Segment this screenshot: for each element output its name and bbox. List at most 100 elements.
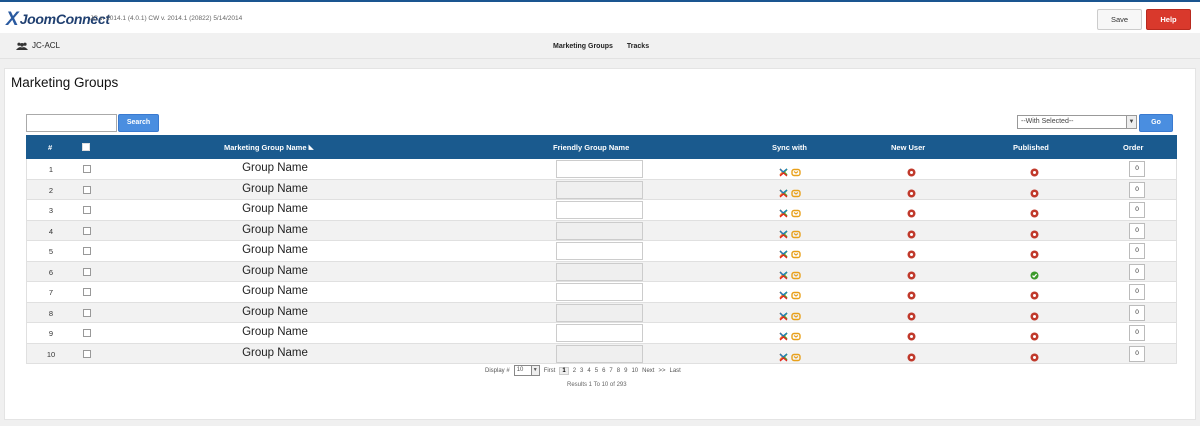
friendly-name-input[interactable] [556,242,643,260]
joomla-icon[interactable] [779,349,788,361]
unpublished-icon[interactable] [1030,349,1039,361]
order-input[interactable]: 0 [1129,161,1145,177]
joomla-icon[interactable] [779,246,788,259]
unpublished-icon[interactable] [1030,205,1039,218]
page-next[interactable]: Next [642,368,654,374]
go-button[interactable]: Go [1139,114,1173,132]
sync-icons [779,205,801,218]
row-checkbox[interactable] [83,349,91,358]
page-6[interactable]: 6 [602,368,605,374]
page-first[interactable]: First [544,368,556,374]
page-3[interactable]: 3 [580,368,583,374]
row-checkbox[interactable] [83,247,91,255]
order-input[interactable]: 0 [1129,304,1145,321]
friendly-name-input[interactable] [556,221,643,240]
new-user-status-icon[interactable] [907,328,916,341]
joomla-icon[interactable] [779,287,788,300]
unpublished-icon[interactable] [1030,246,1039,259]
friendly-name-input[interactable] [556,201,643,219]
joomla-icon[interactable] [779,164,788,177]
unpublished-icon[interactable] [1030,164,1039,177]
order-input[interactable]: 0 [1129,284,1145,300]
connectwise-icon[interactable] [791,246,801,259]
new-user-status-icon[interactable] [907,205,916,218]
friendly-name-input[interactable] [556,344,643,363]
friendly-name-input[interactable] [556,262,643,281]
page-4[interactable]: 4 [587,368,590,374]
new-user-status-icon[interactable] [907,349,916,361]
search-button[interactable]: Search [118,114,159,132]
connectwise-icon[interactable] [791,349,801,361]
page-2[interactable]: 2 [573,368,576,374]
row-checkbox[interactable] [83,267,91,276]
connectwise-icon[interactable] [791,287,801,300]
with-selected-dropdown[interactable]: --With Selected-- ▼ [1017,115,1137,129]
save-button[interactable]: Save [1097,9,1142,30]
friendly-name-input[interactable] [556,324,643,342]
connectwise-icon[interactable] [791,185,801,197]
row-checkbox[interactable] [83,206,91,214]
nav-tracks[interactable]: Tracks [627,43,649,50]
new-user-status-icon[interactable] [907,246,916,259]
unpublished-icon[interactable] [1030,328,1039,341]
order-input[interactable]: 0 [1129,345,1145,362]
row-checkbox[interactable] [83,329,91,337]
sub-navigation: JC-ACL Marketing Groups Tracks [0,33,1200,59]
row-checkbox[interactable] [83,288,91,296]
order-input[interactable]: 0 [1129,325,1145,341]
new-user-status-icon[interactable] [907,164,916,177]
row-checkbox[interactable] [83,308,91,317]
order-input[interactable]: 0 [1129,202,1145,218]
new-user-status-icon[interactable] [907,185,916,197]
joomla-icon[interactable] [779,205,788,218]
joomla-icon[interactable] [779,267,788,279]
page-1[interactable]: 1 [559,366,569,375]
connectwise-icon[interactable] [791,226,801,238]
page-next-arrows[interactable]: >> [658,368,665,374]
friendly-name-input[interactable] [556,180,643,199]
help-button[interactable]: Help [1146,9,1191,30]
new-user-status-icon[interactable] [907,287,916,300]
connectwise-icon[interactable] [791,205,801,218]
group-name: Group Name [242,162,308,174]
row-checkbox[interactable] [83,226,91,235]
order-input[interactable]: 0 [1129,243,1145,259]
section-label[interactable]: JC-ACL [16,41,60,50]
friendly-name-input[interactable] [556,160,643,178]
page-last[interactable]: Last [670,368,681,374]
new-user-status-icon[interactable] [907,267,916,279]
page-10[interactable]: 10 [631,368,638,374]
friendly-name-input[interactable] [556,303,643,322]
published-check-icon[interactable] [1030,267,1039,279]
new-user-status-icon[interactable] [907,226,916,238]
joomla-icon[interactable] [779,226,788,238]
page-5[interactable]: 5 [595,368,598,374]
joomla-icon[interactable] [779,328,788,341]
nav-marketing-groups[interactable]: Marketing Groups [553,43,613,50]
connectwise-icon[interactable] [791,308,801,320]
friendly-name-input[interactable] [556,283,643,301]
connectwise-icon[interactable] [791,164,801,177]
order-input[interactable]: 0 [1129,181,1145,198]
search-input[interactable] [26,114,117,132]
page-7[interactable]: 7 [609,368,612,374]
select-all-checkbox[interactable] [82,143,90,151]
row-checkbox[interactable] [83,185,91,194]
connectwise-icon[interactable] [791,328,801,341]
sync-icons [779,287,801,300]
page-8[interactable]: 8 [617,368,620,374]
connectwise-icon[interactable] [791,267,801,279]
unpublished-icon[interactable] [1030,308,1039,320]
row-checkbox[interactable] [83,165,91,173]
header-group-name[interactable]: Marketing Group Name ◣ [224,143,314,152]
unpublished-icon[interactable] [1030,226,1039,238]
joomla-icon[interactable] [779,185,788,197]
order-input[interactable]: 0 [1129,263,1145,280]
unpublished-icon[interactable] [1030,287,1039,300]
order-input[interactable]: 0 [1129,222,1145,239]
display-count-select[interactable]: 10 ▼ [513,365,540,376]
joomla-icon[interactable] [779,308,788,320]
new-user-status-icon[interactable] [907,308,916,320]
unpublished-icon[interactable] [1030,185,1039,197]
page-9[interactable]: 9 [624,368,627,374]
